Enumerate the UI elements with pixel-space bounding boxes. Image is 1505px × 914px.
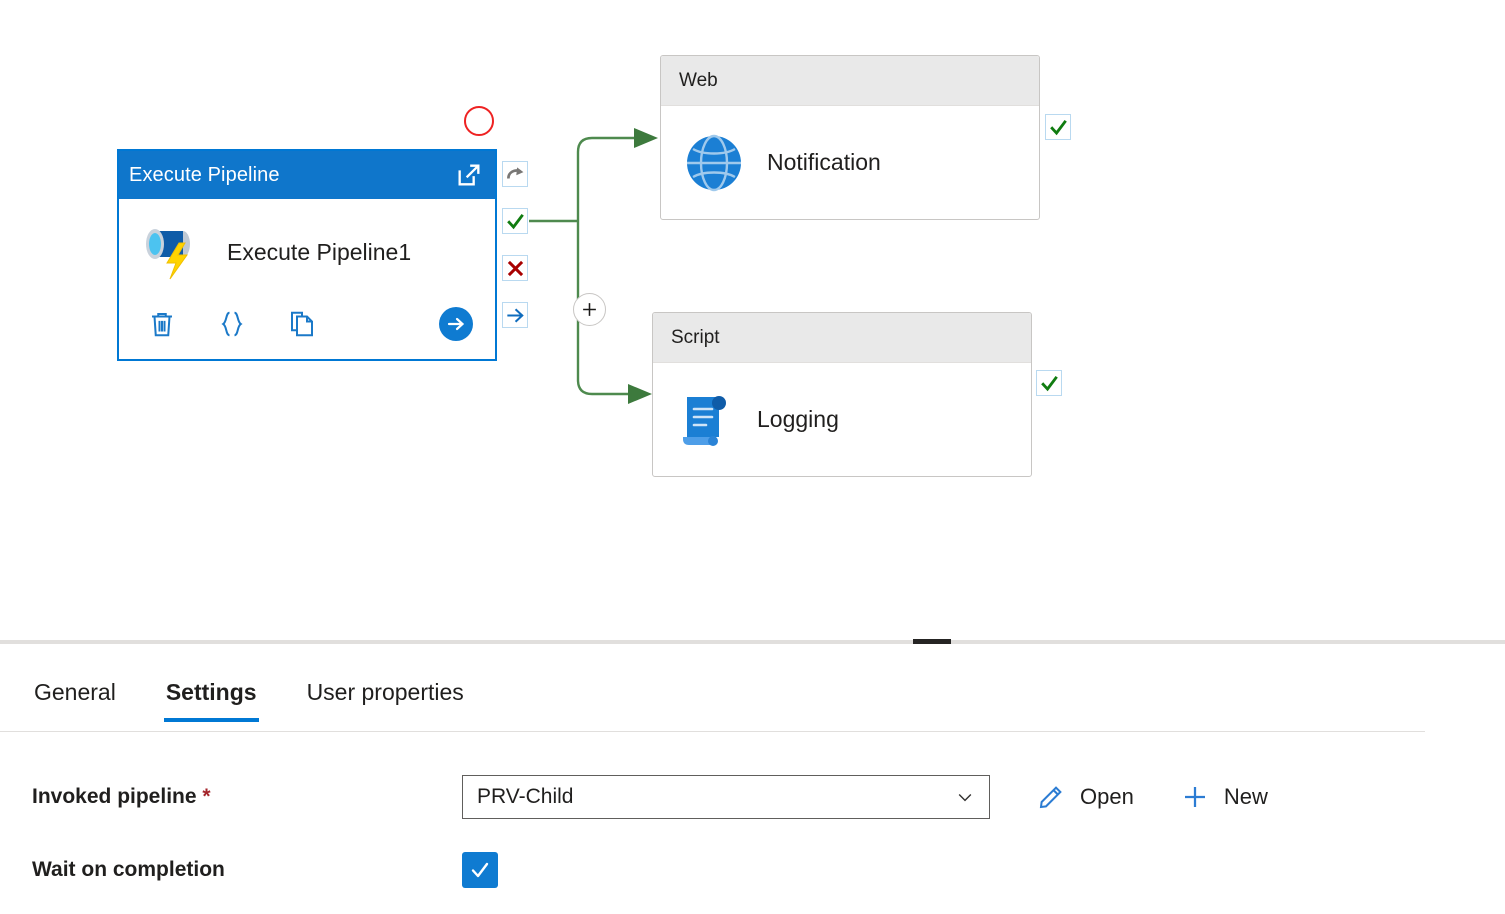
execute-pipeline-card-toolbar xyxy=(119,291,495,357)
open-pipeline-label: Open xyxy=(1080,784,1134,810)
execute-pipeline-card-header: Execute Pipeline xyxy=(119,151,495,199)
open-pipeline-button[interactable]: Open xyxy=(1036,782,1134,812)
wait-on-completion-checkbox[interactable] xyxy=(462,852,498,888)
chevron-down-icon xyxy=(955,787,975,807)
web-activity-name: Notification xyxy=(767,149,881,176)
external-link-icon[interactable] xyxy=(455,161,483,189)
check-icon xyxy=(506,212,525,231)
wait-on-completion-row: Wait on completion xyxy=(32,852,498,888)
pipeline-canvas[interactable]: Execute Pipeline Execute Pipeline1 xyxy=(0,0,1505,640)
execute-pipeline-activity-name: Execute Pipeline1 xyxy=(227,239,411,266)
add-activity-button[interactable] xyxy=(573,293,606,326)
web-success-handle[interactable] xyxy=(1045,114,1071,140)
tab-settings[interactable]: Settings xyxy=(164,670,259,722)
code-braces-icon[interactable] xyxy=(217,309,247,339)
execute-pipeline-card-title: Execute Pipeline xyxy=(129,164,280,187)
check-icon xyxy=(1049,118,1068,137)
skip-handle[interactable] xyxy=(502,161,528,187)
new-pipeline-label: New xyxy=(1224,784,1268,810)
panel-resize-grip[interactable] xyxy=(913,639,951,644)
script-success-handle[interactable] xyxy=(1036,370,1062,396)
script-activity-type-label: Script xyxy=(653,313,1031,363)
completion-handle[interactable] xyxy=(502,302,528,328)
script-scroll-icon xyxy=(675,389,735,451)
new-pipeline-button[interactable]: New xyxy=(1180,782,1268,812)
wait-on-completion-checkbox-wrap xyxy=(462,852,498,888)
invoked-pipeline-label: Invoked pipeline * xyxy=(32,785,462,809)
panel-divider xyxy=(0,640,1505,644)
invoked-pipeline-row: Invoked pipeline * PRV-Child Open New xyxy=(32,775,1268,819)
run-arrow-icon[interactable] xyxy=(439,307,473,341)
plus-icon xyxy=(581,301,598,318)
script-activity-name: Logging xyxy=(757,406,839,433)
cross-icon xyxy=(506,259,525,278)
check-icon xyxy=(468,858,492,882)
web-activity-box[interactable]: Web Notification xyxy=(660,55,1040,220)
failure-handle[interactable] xyxy=(502,255,528,281)
success-handle[interactable] xyxy=(502,208,528,234)
properties-panel: General Settings User properties Invoked… xyxy=(0,640,1505,914)
invoked-pipeline-dropdown[interactable]: PRV-Child xyxy=(462,775,990,819)
required-asterisk: * xyxy=(202,785,210,808)
check-icon xyxy=(1040,374,1059,393)
invoked-pipeline-label-text: Invoked pipeline xyxy=(32,785,197,808)
globe-icon xyxy=(683,132,745,194)
web-activity-type-label: Web xyxy=(661,56,1039,106)
tab-general[interactable]: General xyxy=(32,670,118,722)
execute-pipeline-card-body: Execute Pipeline1 xyxy=(119,199,495,291)
script-activity-box[interactable]: Script Logging xyxy=(652,312,1032,477)
pencil-icon xyxy=(1036,782,1066,812)
web-activity-body: Notification xyxy=(661,106,1039,219)
wait-on-completion-label: Wait on completion xyxy=(32,858,462,882)
panel-tabs: General Settings User properties xyxy=(0,670,1425,732)
script-activity-body: Logging xyxy=(653,363,1031,476)
execute-pipeline-card[interactable]: Execute Pipeline Execute Pipeline1 xyxy=(117,149,497,361)
red-highlight-circle xyxy=(464,106,494,136)
plus-icon xyxy=(1180,782,1210,812)
tab-user-properties[interactable]: User properties xyxy=(305,670,466,722)
skip-curved-arrow-icon xyxy=(506,165,525,184)
clone-icon[interactable] xyxy=(287,309,317,339)
delete-icon[interactable] xyxy=(147,309,177,339)
execute-pipeline-icon xyxy=(137,223,201,281)
invoked-pipeline-value: PRV-Child xyxy=(477,785,574,809)
right-arrow-icon xyxy=(506,306,525,325)
